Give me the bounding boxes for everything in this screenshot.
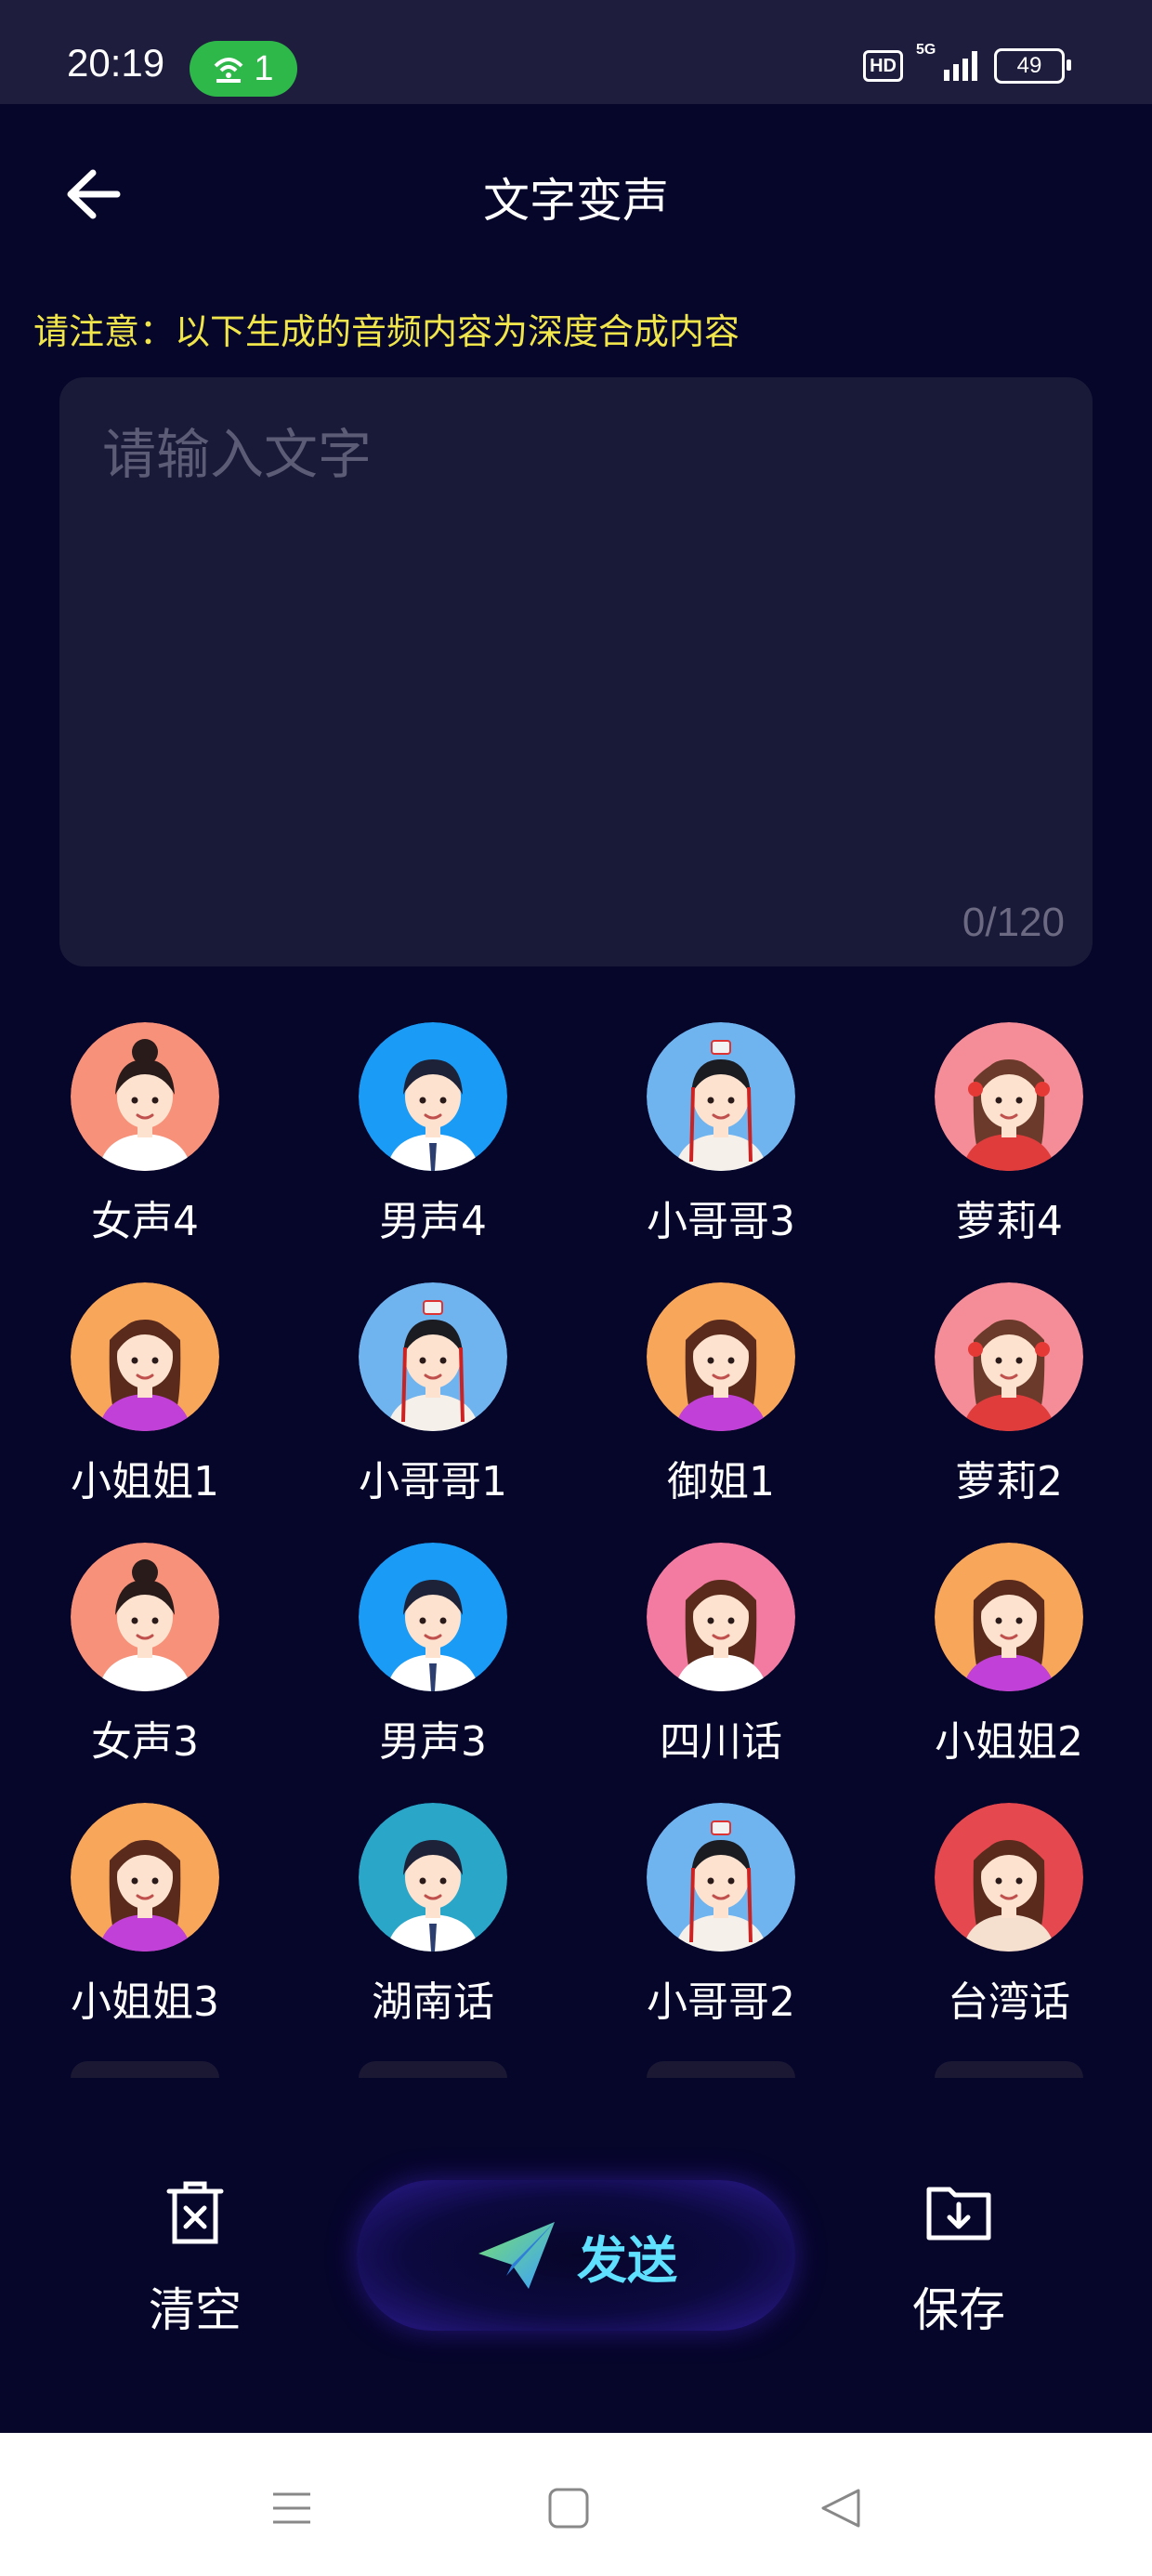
paper-plane-icon — [478, 2222, 555, 2289]
voice-label: 小姐姐2 — [935, 1718, 1083, 1766]
status-bar: 20:19 1 HD 5G 49 — [0, 0, 1152, 104]
voice-avatar — [71, 1803, 219, 1952]
nav-menu-button[interactable] — [264, 2485, 320, 2531]
voice-label: 萝莉4 — [955, 1198, 1063, 1245]
bottom-action-bar: 清空 发送 保存 — [0, 2128, 1152, 2435]
status-icons: HD 5G 49 — [863, 42, 1071, 84]
voice-option[interactable]: 四川话 — [609, 1543, 832, 1768]
male-suit-avatar-icon — [359, 1022, 507, 1171]
text-input-placeholder: 请输入文字 — [102, 423, 373, 486]
status-time: 20:19 — [67, 41, 165, 85]
loli-avatar-icon — [935, 1022, 1083, 1171]
male-suit-avatar-icon — [359, 1543, 507, 1691]
voice-label: 湖南话 — [372, 1978, 494, 2026]
voice-option[interactable]: 小姐姐2 — [897, 1543, 1120, 1768]
voice-label: 萝莉2 — [955, 1458, 1063, 1505]
hd-badge: HD — [863, 50, 903, 82]
deep-synthesis-notice: 请注意：以下生成的音频内容为深度合成内容 — [33, 311, 740, 352]
voice-avatar — [359, 1543, 507, 1691]
text-input[interactable]: 请输入文字 0/120 — [59, 377, 1093, 966]
voice-avatar — [71, 1022, 219, 1171]
sichuan-girl-avatar-icon — [647, 1543, 795, 1691]
hotspot-count: 1 — [254, 48, 274, 88]
voice-avatar — [359, 1022, 507, 1171]
voice-label: 小哥哥3 — [647, 1198, 795, 1245]
loli-avatar-icon — [935, 1282, 1083, 1431]
voice-avatar — [359, 1803, 507, 1952]
voice-option[interactable]: 台湾话 — [897, 1803, 1120, 2028]
voice-avatar — [935, 1543, 1083, 1691]
long-hair-girl-avatar-icon — [71, 1282, 219, 1431]
voice-option[interactable]: 女声3 — [33, 1543, 256, 1768]
page-title: 文字变声 — [483, 174, 669, 228]
female-bun-avatar-icon — [71, 1022, 219, 1171]
nav-back-button[interactable] — [814, 2485, 870, 2531]
send-button[interactable]: 发送 — [357, 2180, 795, 2331]
voice-avatar — [647, 1803, 795, 1952]
voice-option[interactable]: 御姐1 — [609, 1282, 832, 1507]
char-counter: 0/120 — [962, 900, 1065, 945]
voice-label: 御姐1 — [667, 1458, 775, 1505]
voice-option[interactable]: 湖南话 — [321, 1803, 544, 2028]
back-triangle-icon — [821, 2489, 860, 2528]
taiwan-girl-avatar-icon — [935, 1803, 1083, 1952]
voice-option[interactable]: 萝莉2 — [897, 1282, 1120, 1507]
voice-label: 小哥哥2 — [647, 1978, 795, 2026]
menu-icon — [273, 2492, 310, 2524]
voice-option[interactable]: 小哥哥3 — [609, 1022, 832, 1247]
clear-button[interactable]: 清空 — [130, 2175, 260, 2340]
voice-avatar — [71, 1543, 219, 1691]
clear-label: 清空 — [149, 2283, 242, 2337]
voice-option[interactable]: 小哥哥2 — [609, 1803, 832, 2028]
hunan-boy-avatar-icon — [359, 1803, 507, 1952]
voice-label: 女声3 — [91, 1718, 199, 1766]
ancient-boy-avatar-icon — [359, 1282, 507, 1431]
voice-avatar — [935, 1803, 1083, 1952]
long-hair-girl-avatar-icon — [935, 1543, 1083, 1691]
folder-download-icon — [926, 2187, 991, 2241]
voice-label: 小姐姐3 — [71, 1978, 219, 2026]
next-row-peek — [0, 2061, 1152, 2080]
voice-option[interactable]: 小姐姐1 — [33, 1282, 256, 1507]
trash-x-icon — [166, 2181, 224, 2244]
voice-label: 男声4 — [379, 1198, 487, 1245]
nav-home-button[interactable] — [541, 2485, 596, 2531]
long-hair-girl-avatar-icon — [71, 1803, 219, 1952]
system-nav-bar — [0, 2433, 1152, 2576]
network-label: 5G — [916, 42, 936, 58]
voice-label: 小姐姐1 — [71, 1458, 219, 1505]
voice-avatar — [935, 1282, 1083, 1431]
home-square-icon — [548, 2488, 589, 2529]
hotspot-icon — [215, 58, 243, 83]
battery-icon: 49 — [994, 48, 1071, 84]
voice-label: 四川话 — [660, 1718, 782, 1766]
voice-option[interactable]: 男声3 — [321, 1543, 544, 1768]
voice-option[interactable]: 女声4 — [33, 1022, 256, 1247]
voice-avatar — [935, 1022, 1083, 1171]
voice-option[interactable]: 小姐姐3 — [33, 1803, 256, 2028]
voice-avatar — [71, 1282, 219, 1431]
voice-label: 男声3 — [379, 1718, 487, 1766]
voice-avatar — [647, 1543, 795, 1691]
battery-level: 49 — [1016, 53, 1042, 78]
ancient-boy-avatar-icon — [647, 1803, 795, 1952]
voice-option[interactable]: 小哥哥1 — [321, 1282, 544, 1507]
voice-option[interactable]: 男声4 — [321, 1022, 544, 1247]
voice-label: 小哥哥1 — [359, 1458, 507, 1505]
voice-label: 女声4 — [91, 1198, 199, 1245]
save-button[interactable]: 保存 — [894, 2175, 1024, 2340]
save-label: 保存 — [912, 2283, 1005, 2337]
voice-avatar — [647, 1022, 795, 1171]
voice-label: 台湾话 — [948, 1978, 1070, 2026]
send-label: 发送 — [577, 2230, 677, 2290]
ancient-boy-avatar-icon — [647, 1022, 795, 1171]
female-bun-avatar-icon — [71, 1543, 219, 1691]
hotspot-pill[interactable]: 1 — [190, 41, 297, 97]
signal-icon: 5G — [916, 42, 977, 81]
voice-avatar — [359, 1282, 507, 1431]
voice-avatar — [647, 1282, 795, 1431]
voice-option[interactable]: 萝莉4 — [897, 1022, 1120, 1247]
long-hair-girl-avatar-icon — [647, 1282, 795, 1431]
